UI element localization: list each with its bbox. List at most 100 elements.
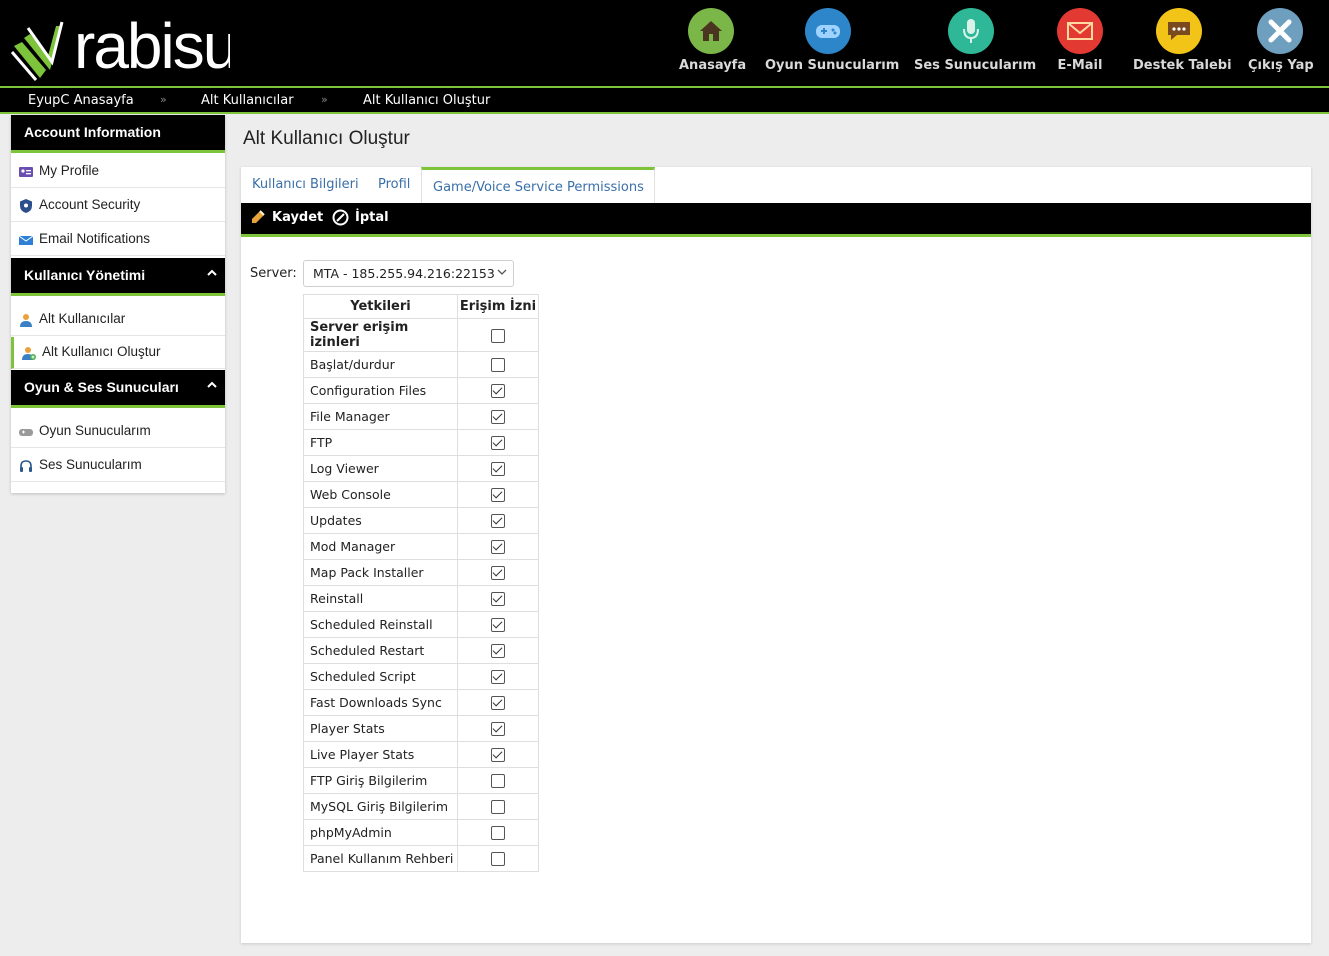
chevron-down-icon xyxy=(497,269,507,275)
permission-name: File Manager xyxy=(303,403,458,430)
permission-checkbox[interactable] xyxy=(491,592,505,607)
sidebar-item-oyun-sunuculari[interactable]: Oyun Sunucularım xyxy=(11,416,225,448)
home-icon xyxy=(688,8,734,54)
permission-name: Map Pack Installer xyxy=(303,559,458,586)
sidebar-section-kullanici-yonetimi[interactable]: Kullanıcı Yönetimi xyxy=(11,258,225,296)
permission-checkbox[interactable] xyxy=(491,328,505,343)
permission-checkbox[interactable] xyxy=(491,618,505,633)
nav-destek-talebi[interactable]: Destek Talebi xyxy=(1133,8,1232,73)
sidebar-item-email-notifications[interactable]: Email Notifications xyxy=(11,224,225,256)
column-header-erisim-izni: Erişim İzni xyxy=(457,294,539,319)
permission-name: Server erişim izinleri xyxy=(303,318,458,352)
tab-kullanici-bilgileri[interactable]: Kullanıcı Bilgileri xyxy=(252,167,359,203)
permission-checkbox[interactable] xyxy=(491,696,505,711)
table-row: Fast Downloads Sync xyxy=(303,689,539,716)
breadcrumb-alt-kullanicilar[interactable]: Alt Kullanıcılar xyxy=(201,93,294,108)
permission-checkbox[interactable] xyxy=(491,670,505,685)
cancel-icon xyxy=(332,209,349,226)
microphone-icon xyxy=(948,8,994,54)
shield-icon xyxy=(20,199,32,213)
rabisu-logo[interactable]: rabisu xyxy=(10,8,238,82)
server-select[interactable]: MTA - 185.255.94.216:22153 xyxy=(303,260,514,287)
permission-cell xyxy=(457,403,539,430)
permission-checkbox[interactable] xyxy=(491,826,505,841)
permission-cell xyxy=(457,663,539,690)
permission-checkbox[interactable] xyxy=(491,644,505,659)
chevron-up-icon xyxy=(207,381,217,388)
tab-profil[interactable]: Profil xyxy=(378,167,410,203)
table-row: Updates xyxy=(303,507,539,534)
envelope-icon xyxy=(19,235,33,245)
permission-name: FTP xyxy=(303,429,458,456)
table-row: FTP xyxy=(303,429,539,456)
close-icon xyxy=(1257,8,1303,54)
permission-checkbox[interactable] xyxy=(491,514,505,529)
sidebar-item-my-profile[interactable]: My Profile xyxy=(11,156,225,188)
chat-icon xyxy=(1156,8,1202,54)
nav-oyun-sunuculari[interactable]: Oyun Sunucularım xyxy=(765,8,899,73)
permission-checkbox[interactable] xyxy=(491,852,505,867)
mail-icon xyxy=(1057,8,1103,54)
permission-name: Fast Downloads Sync xyxy=(303,689,458,716)
breadcrumb-home[interactable]: EyupC Anasayfa xyxy=(28,93,134,108)
permission-cell xyxy=(457,585,539,612)
permission-cell xyxy=(457,819,539,846)
permission-cell xyxy=(457,318,539,352)
permission-name: FTP Giriş Bilgilerim xyxy=(303,767,458,794)
breadcrumb: EyupC Anasayfa » Alt Kullanıcılar » Alt … xyxy=(0,86,1329,114)
table-header-row: Yetkileri Erişim İzni xyxy=(303,294,539,319)
permission-name: Configuration Files xyxy=(303,377,458,404)
sidebar-item-account-security[interactable]: Account Security xyxy=(11,190,225,222)
nav-ses-sunuculari[interactable]: Ses Sunucularım xyxy=(914,8,1036,73)
permission-name: Web Console xyxy=(303,481,458,508)
gamepad-icon xyxy=(805,8,851,54)
permission-checkbox[interactable] xyxy=(491,358,505,373)
sidebar-item-ses-sunuculari[interactable]: Ses Sunucularım xyxy=(11,450,225,482)
action-toolbar: Kaydet İptal xyxy=(241,203,1311,237)
headset-icon xyxy=(20,460,32,472)
sidebar-item-alt-kullanici-olustur[interactable]: Alt Kullanıcı Oluştur xyxy=(11,337,225,369)
server-label: Server: xyxy=(250,266,297,281)
permission-checkbox[interactable] xyxy=(491,800,505,815)
permission-name: Player Stats xyxy=(303,715,458,742)
permissions-table-body: Server erişim izinleri Başlat/durdur Confi… xyxy=(303,318,539,872)
permission-checkbox[interactable] xyxy=(491,436,505,451)
permission-checkbox[interactable] xyxy=(491,722,505,737)
tab-game-voice-permissions[interactable]: Game/Voice Service Permissions xyxy=(421,167,655,203)
nav-email[interactable]: E-Mail xyxy=(1057,8,1103,73)
table-row: MySQL Giriş Bilgilerim xyxy=(303,793,539,820)
breadcrumb-separator: » xyxy=(321,93,328,106)
permission-checkbox[interactable] xyxy=(491,462,505,477)
permission-checkbox[interactable] xyxy=(491,488,505,503)
save-button[interactable]: Kaydet xyxy=(250,209,323,225)
nav-cikis-yap[interactable]: Çıkış Yap xyxy=(1248,8,1314,73)
gamepad-icon xyxy=(19,429,33,436)
breadcrumb-separator: » xyxy=(160,93,167,106)
table-row: Scheduled Restart xyxy=(303,637,539,664)
table-row: File Manager xyxy=(303,403,539,430)
permission-checkbox[interactable] xyxy=(491,748,505,763)
user-icon xyxy=(20,314,32,327)
table-row: phpMyAdmin xyxy=(303,819,539,846)
permission-cell xyxy=(457,507,539,534)
permission-name: Panel Kullanım Rehberi xyxy=(303,845,458,872)
permission-checkbox[interactable] xyxy=(491,410,505,425)
permission-checkbox[interactable] xyxy=(491,384,505,399)
permission-name: MySQL Giriş Bilgilerim xyxy=(303,793,458,820)
table-row: Panel Kullanım Rehberi xyxy=(303,845,539,872)
nav-anasayfa[interactable]: Anasayfa xyxy=(679,8,746,73)
permission-checkbox[interactable] xyxy=(491,774,505,789)
sidebar-section-account-information: Account Information xyxy=(11,115,225,153)
table-row: Scheduled Reinstall xyxy=(303,611,539,638)
permission-checkbox[interactable] xyxy=(491,566,505,581)
table-row: Live Player Stats xyxy=(303,741,539,768)
sidebar-section-oyun-ses-sunuculari[interactable]: Oyun & Ses Sunucuları xyxy=(11,370,225,408)
permission-name: Başlat/durdur xyxy=(303,351,458,378)
sidebar-item-alt-kullanicilar[interactable]: Alt Kullanıcılar xyxy=(11,304,225,336)
column-header-yetkileri: Yetkileri xyxy=(303,294,458,319)
permission-cell xyxy=(457,455,539,482)
permission-checkbox[interactable] xyxy=(491,540,505,555)
permission-name: phpMyAdmin xyxy=(303,819,458,846)
cancel-button[interactable]: İptal xyxy=(332,209,389,226)
page-title: Alt Kullanıcı Oluştur xyxy=(243,128,410,149)
